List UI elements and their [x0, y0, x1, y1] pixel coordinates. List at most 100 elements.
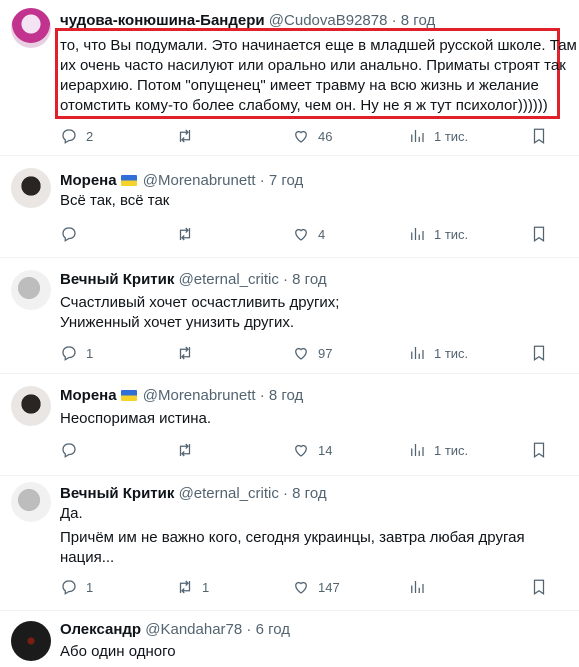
- retweet-button[interactable]: [176, 344, 202, 362]
- timestamp[interactable]: 8 год: [292, 485, 326, 502]
- text-line: иерархию. Потом "опущенец" имеет травму …: [60, 77, 539, 94]
- author-handle[interactable]: @Morenabrunett: [143, 387, 256, 404]
- timestamp[interactable]: 7 год: [269, 172, 303, 189]
- tweet-header: Олександр @Kandahar78 · 6 год: [60, 620, 290, 640]
- text-line: Причём им не важно кого, сегодня украинц…: [60, 529, 525, 546]
- like-button[interactable]: 4: [292, 225, 325, 243]
- timestamp[interactable]: 8 год: [269, 387, 303, 404]
- action-bar: 2 46 1 тис.: [60, 127, 579, 147]
- reply-button[interactable]: [60, 225, 86, 243]
- author-handle[interactable]: @CudovaB92878: [269, 12, 388, 29]
- like-button[interactable]: 14: [292, 441, 332, 459]
- timestamp[interactable]: 6 год: [256, 621, 290, 638]
- bookmark-button[interactable]: [530, 344, 548, 362]
- avatar[interactable]: [11, 8, 51, 48]
- retweet-button[interactable]: [176, 127, 202, 145]
- text-line: отомстить кому-то более слабому, чем он.…: [60, 97, 548, 114]
- retweet-button[interactable]: [176, 225, 202, 243]
- author-handle[interactable]: @Kandahar78: [145, 621, 242, 638]
- tweet-0[interactable]: чудова-конюшина-Бандери @CudovaB92878 · …: [0, 0, 579, 156]
- retweet-icon: [179, 227, 191, 241]
- tweet-text: Неоспоримая истина.: [60, 409, 211, 429]
- tweet-text: то, что Вы подумали. Это начинается еще …: [60, 36, 577, 116]
- views-count: 1 тис.: [434, 345, 469, 361]
- views-button[interactable]: [408, 578, 434, 596]
- like-button[interactable]: 46: [292, 127, 332, 145]
- author-name[interactable]: Морена: [60, 387, 117, 404]
- tweet-5[interactable]: Олександр @Kandahar78 · 6 год Або один о…: [0, 611, 579, 667]
- text-line: нация...: [60, 549, 115, 566]
- author-name[interactable]: Вечный Критик: [60, 271, 174, 288]
- like-count: 14: [318, 442, 333, 458]
- tweet-3[interactable]: Морена @Morenabrunett · 8 год Неоспорима…: [0, 374, 579, 476]
- avatar[interactable]: [11, 270, 51, 310]
- reply-button[interactable]: [60, 441, 86, 459]
- like-count: 97: [318, 345, 333, 361]
- retweet-count: 1: [202, 579, 210, 595]
- views-button[interactable]: 1 тис.: [408, 127, 468, 145]
- timestamp[interactable]: 8 год: [292, 271, 326, 288]
- tweet-header: Морена @Morenabrunett · 7 год: [60, 171, 303, 191]
- reply-button[interactable]: 1: [60, 344, 93, 362]
- tweet-2[interactable]: Вечный Критик @eternal_critic · 8 год Сч…: [0, 258, 579, 374]
- author-name[interactable]: Вечный Критик: [60, 485, 174, 502]
- tweet-1[interactable]: Морена @Morenabrunett · 7 год Всё так, в…: [0, 156, 579, 258]
- views-button[interactable]: 1 тис.: [408, 225, 468, 243]
- reply-count: 1: [86, 345, 94, 361]
- action-bar: 14 1 тис.: [60, 441, 579, 461]
- like-button[interactable]: 147: [292, 578, 340, 596]
- author-name[interactable]: Олександр: [60, 621, 141, 638]
- like-icon: [295, 347, 307, 360]
- views-count: 1 тис.: [434, 226, 469, 242]
- reply-button[interactable]: 2: [60, 127, 93, 145]
- author-name[interactable]: чудова-конюшина-Бандери: [60, 12, 265, 29]
- avatar[interactable]: [11, 168, 51, 208]
- author-handle[interactable]: @Morenabrunett: [143, 172, 256, 189]
- bookmark-icon: [533, 345, 545, 361]
- avatar[interactable]: [11, 386, 51, 426]
- like-button[interactable]: 97: [292, 344, 332, 362]
- like-icon: [295, 581, 307, 594]
- text-line: их очень часто насилуют или орально или …: [60, 57, 566, 74]
- views-icon: [411, 130, 424, 142]
- text-line: Униженный хочет унизить других.: [60, 314, 295, 331]
- action-bar: 4 1 тис.: [60, 225, 579, 245]
- bookmark-icon: [533, 579, 545, 595]
- reply-icon: [62, 227, 76, 242]
- like-count: 147: [318, 579, 340, 595]
- reply-icon: [62, 580, 76, 595]
- views-button[interactable]: 1 тис.: [408, 441, 468, 459]
- like-icon: [295, 130, 307, 143]
- author-handle[interactable]: @eternal_critic: [179, 485, 279, 502]
- author-handle[interactable]: @eternal_critic: [179, 271, 279, 288]
- views-icon: [411, 347, 424, 359]
- like-icon: [295, 228, 307, 241]
- tweet-4[interactable]: Вечный Критик @eternal_critic · 8 год Да…: [0, 476, 579, 611]
- bookmark-button[interactable]: [530, 578, 548, 596]
- bookmark-icon: [533, 442, 545, 458]
- avatar[interactable]: [11, 482, 51, 522]
- bookmark-button[interactable]: [530, 441, 548, 459]
- retweet-button[interactable]: 1: [176, 578, 209, 596]
- timestamp[interactable]: 8 год: [401, 12, 435, 29]
- bookmark-button[interactable]: [530, 127, 548, 145]
- text-line: Неоспоримая истина.: [60, 410, 212, 427]
- tweet-header: Морена @Morenabrunett · 8 год: [60, 386, 303, 406]
- ukraine-flag-icon: [120, 390, 137, 401]
- tweet-header: Вечный Критик @eternal_critic · 8 год: [60, 484, 327, 504]
- reply-button[interactable]: 1: [60, 578, 93, 596]
- text-line: Да.: [60, 505, 83, 522]
- views-button[interactable]: 1 тис.: [408, 344, 468, 362]
- retweet-button[interactable]: [176, 441, 202, 459]
- bookmark-button[interactable]: [530, 225, 548, 243]
- reply-count: 2: [86, 128, 94, 144]
- avatar[interactable]: [11, 621, 51, 661]
- author-name[interactable]: Морена: [60, 172, 117, 189]
- like-icon: [295, 444, 307, 457]
- separator-dot: ·: [259, 387, 265, 404]
- reply-icon: [62, 129, 76, 144]
- tweet-header: Вечный Критик @eternal_critic · 8 год: [60, 270, 327, 290]
- text-line: Всё так, всё так: [60, 192, 170, 209]
- ukraine-flag-icon: [120, 175, 137, 186]
- views-icon: [411, 444, 424, 456]
